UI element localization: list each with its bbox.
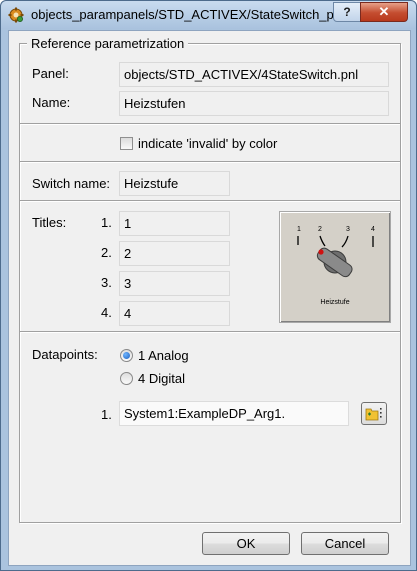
close-button[interactable]: ✕	[360, 2, 408, 22]
preview-caption: Heizstufe	[320, 299, 349, 306]
datapoint-1-number: 1.	[101, 407, 112, 422]
title-1-number: 1.	[101, 215, 112, 230]
panel-label: Panel:	[32, 66, 69, 81]
close-icon: ✕	[378, 4, 390, 19]
title-3-number: 3.	[101, 275, 112, 290]
radio-4-digital[interactable]	[120, 372, 133, 385]
title-2-number: 2.	[101, 245, 112, 260]
separator	[20, 200, 400, 201]
ok-button[interactable]: OK	[202, 532, 290, 555]
dialog-client-area: Reference parametrization Panel: objects…	[8, 30, 411, 566]
datapoint-1-field[interactable]: System1:ExampleDP_Arg1.	[119, 401, 349, 426]
title-1-field[interactable]: 1	[119, 211, 230, 236]
title-bar[interactable]: objects_parampanels/STD_ACTIVEX/StateSwi…	[1, 1, 416, 29]
scale-label-4: 4	[371, 226, 375, 233]
radio-4-digital-label: 4 Digital	[138, 371, 185, 386]
help-button[interactable]: ?	[333, 2, 361, 22]
name-field[interactable]: Heizstufen	[119, 91, 389, 116]
cancel-button[interactable]: Cancel	[301, 532, 389, 555]
panel-field[interactable]: objects/STD_ACTIVEX/4StateSwitch.pnl	[119, 62, 389, 87]
invalid-color-checkbox[interactable]	[120, 137, 133, 150]
title-4-number: 4.	[101, 305, 112, 320]
dialog-window: objects_parampanels/STD_ACTIVEX/StateSwi…	[0, 0, 417, 571]
invalid-color-label: indicate 'invalid' by color	[138, 136, 278, 151]
switch-name-label: Switch name:	[32, 176, 111, 191]
scale-label-2: 2	[318, 226, 322, 233]
title-2-field[interactable]: 2	[119, 241, 230, 266]
rotary-switch-icon: 1 2 3 4 Heizstufe	[297, 226, 375, 306]
datapoints-label: Datapoints:	[32, 347, 98, 362]
title-3-field[interactable]: 3	[119, 271, 230, 296]
radio-1-analog[interactable]	[120, 349, 133, 362]
scale-label-3: 3	[346, 226, 350, 233]
separator	[20, 331, 400, 332]
separator	[20, 161, 400, 162]
switch-preview: 1 2 3 4 Heizstufe	[279, 211, 391, 323]
titles-label: Titles:	[32, 215, 67, 230]
radio-1-analog-label: 1 Analog	[138, 348, 189, 363]
browse-datapoint-button[interactable]	[361, 402, 387, 425]
title-4-field[interactable]: 4	[119, 301, 230, 326]
switch-name-field[interactable]: Heizstufe	[119, 171, 230, 196]
separator	[20, 123, 400, 124]
window-title: objects_parampanels/STD_ACTIVEX/StateSwi…	[31, 7, 375, 22]
app-gear-icon	[8, 7, 24, 23]
group-title: Reference parametrization	[27, 36, 189, 51]
folder-tree-icon	[365, 408, 382, 421]
name-label: Name:	[32, 95, 71, 110]
scale-label-1: 1	[297, 226, 301, 233]
